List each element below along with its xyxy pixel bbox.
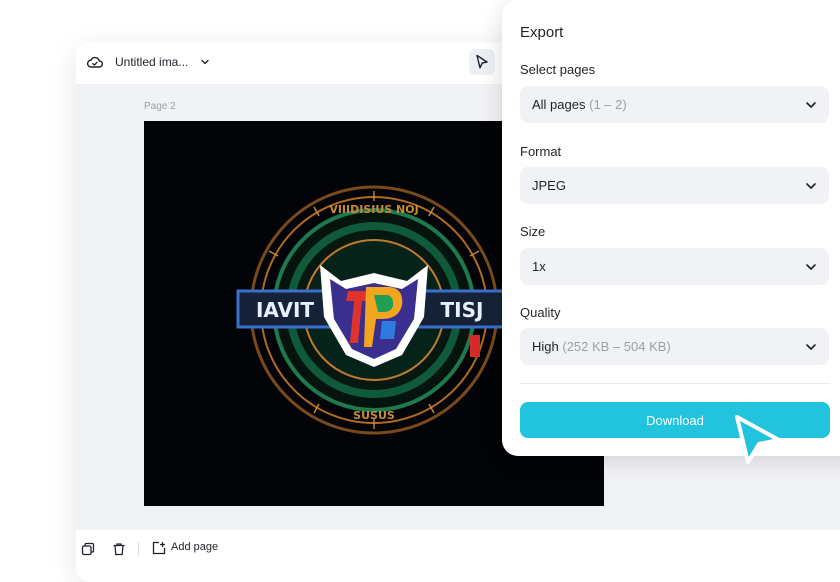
add-page-icon (152, 541, 166, 555)
panel-divider (520, 383, 830, 384)
mouse-cursor-icon (735, 415, 781, 464)
banner-text-right: TISJ (441, 298, 484, 322)
cloud-icon[interactable] (86, 53, 104, 71)
chevron-down-icon (806, 102, 816, 108)
format-dropdown[interactable]: JPEG (520, 167, 829, 204)
format-value: JPEG (532, 178, 566, 193)
size-label: Size (520, 224, 546, 239)
select-pages-label: Select pages (520, 62, 596, 77)
select-pages-hint: (1 – 2) (589, 97, 627, 112)
quality-label: Quality (520, 305, 561, 320)
chevron-down-icon (806, 344, 816, 350)
ring-text-top: VIIIDISIUS NOJ (329, 203, 418, 216)
quality-hint: (252 KB – 504 KB) (562, 339, 671, 354)
pointer-tool-button[interactable] (469, 49, 495, 75)
quality-value: High (252 KB – 504 KB) (532, 339, 671, 354)
export-panel: Export Select pages All pages (1 – 2) Fo… (502, 0, 840, 456)
trash-icon[interactable] (112, 542, 126, 556)
size-value: 1x (532, 259, 546, 274)
toolbar-divider (138, 542, 139, 556)
duplicate-icon[interactable] (81, 542, 95, 556)
chevron-down-icon[interactable] (200, 57, 210, 67)
document-title[interactable]: Untitled ima... (115, 55, 188, 69)
ring-text-bottom: SUSUS (353, 409, 395, 422)
download-button[interactable]: Download (520, 402, 830, 438)
download-label: Download (646, 413, 704, 428)
bottom-toolbar: Add page (76, 529, 840, 580)
export-title: Export (520, 24, 564, 41)
pointer-tool-icon (476, 54, 488, 69)
select-pages-value: All pages (1 – 2) (532, 97, 627, 112)
chevron-down-icon (806, 264, 816, 270)
banner-text-left: IAVIT (256, 298, 314, 322)
format-label: Format (520, 144, 562, 159)
page-label: Page 2 (144, 101, 176, 112)
add-page-label: Add page (171, 541, 219, 553)
chevron-down-icon (806, 183, 816, 189)
size-dropdown[interactable]: 1x (520, 248, 829, 285)
quality-dropdown[interactable]: High (252 KB – 504 KB) (520, 328, 829, 365)
select-pages-dropdown[interactable]: All pages (1 – 2) (520, 86, 829, 123)
